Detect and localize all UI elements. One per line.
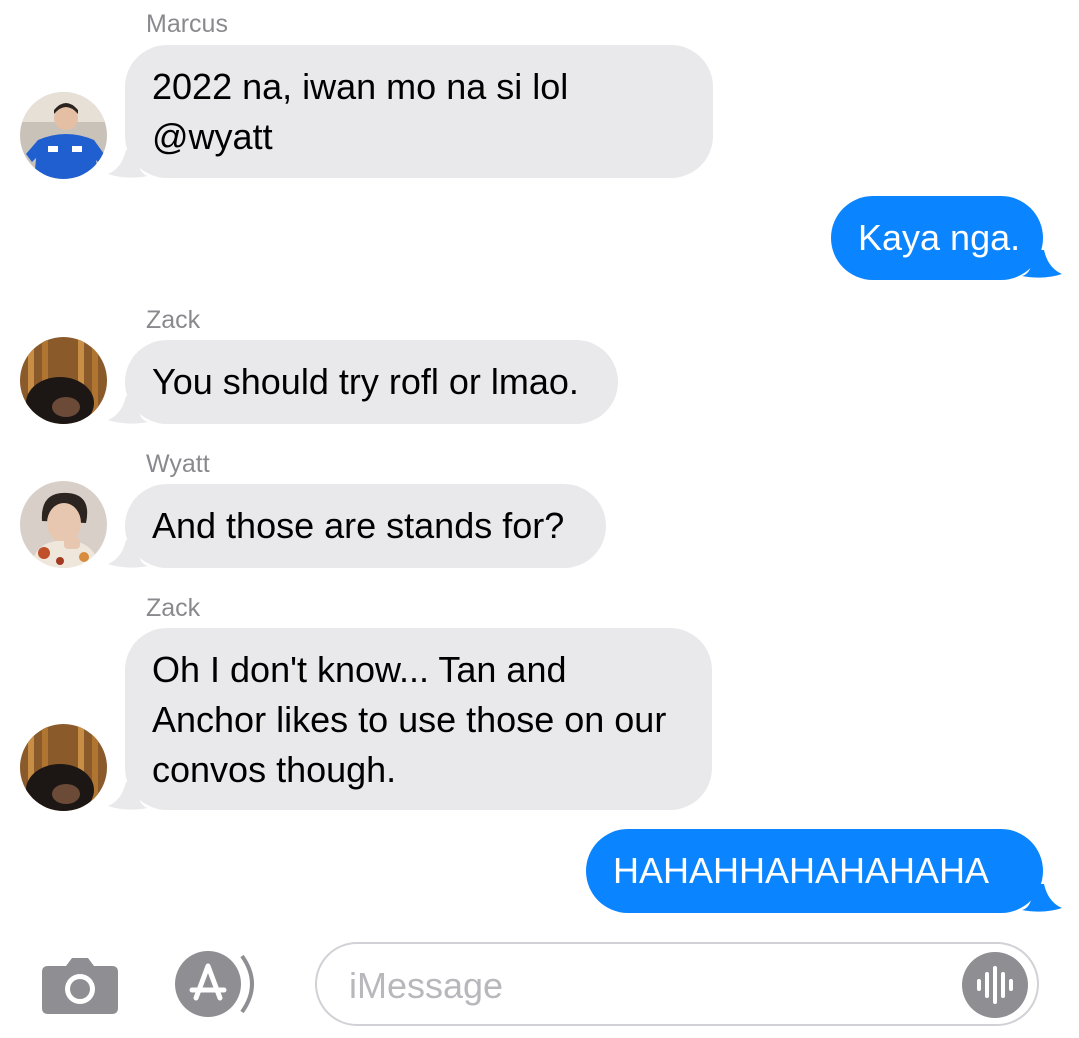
- bubble-tail: [108, 782, 148, 810]
- message-line: And those are stands for?: [152, 505, 565, 546]
- bubble-tail: [1022, 884, 1062, 912]
- imessage-field[interactable]: [315, 942, 1039, 1026]
- message-line: HAHAHHAHAHAHAHA: [613, 850, 990, 891]
- message-line: Oh I don't know... Tan and: [152, 649, 567, 690]
- sender-name: Marcus: [146, 10, 228, 38]
- sender-name: Zack: [146, 306, 201, 334]
- audio-record-button[interactable]: [962, 952, 1028, 1018]
- message-thread[interactable]: Marcus 2022 na, iwan mo na si lol @wyatt…: [0, 0, 1079, 930]
- message-line: convos though.: [152, 749, 397, 790]
- sender-name: Wyatt: [146, 450, 210, 478]
- message-bubble-outgoing[interactable]: HAHAHHAHAHAHAHA: [586, 829, 1043, 913]
- bubble-tail: [1022, 250, 1062, 278]
- message-line: Anchor likes to use those on our: [152, 699, 667, 740]
- bubble-tail: [108, 150, 148, 178]
- message-line: You should try rofl or lmao.: [152, 361, 579, 402]
- message-bubble-incoming[interactable]: You should try rofl or lmao.: [125, 340, 618, 424]
- app-store-icon: [175, 951, 254, 1017]
- message-bubble-incoming[interactable]: And those are stands for?: [125, 484, 606, 568]
- bubble-tail: [108, 396, 148, 424]
- avatar-zack[interactable]: [20, 337, 107, 424]
- app-store-button[interactable]: [172, 950, 264, 1018]
- message-input[interactable]: [347, 958, 951, 1014]
- message-line: 2022 na, iwan mo na si lol: [152, 66, 569, 107]
- camera-button[interactable]: [40, 956, 120, 1014]
- avatar-wyatt[interactable]: [20, 481, 107, 568]
- camera-icon: [42, 958, 118, 1014]
- message-bubble-incoming[interactable]: Oh I don't know... Tan and Anchor likes …: [125, 628, 712, 810]
- message-line: Kaya nga.: [858, 217, 1021, 258]
- audio-waveform-icon: [977, 966, 1013, 1004]
- message-line: @wyatt: [152, 116, 273, 157]
- bubble-tail: [108, 540, 148, 568]
- avatar-zack[interactable]: [20, 724, 107, 811]
- message-bubble-incoming[interactable]: 2022 na, iwan mo na si lol @wyatt: [125, 45, 713, 178]
- sender-name: Zack: [146, 594, 201, 622]
- avatar-marcus[interactable]: [20, 92, 107, 179]
- message-bubble-outgoing[interactable]: Kaya nga.: [831, 196, 1043, 280]
